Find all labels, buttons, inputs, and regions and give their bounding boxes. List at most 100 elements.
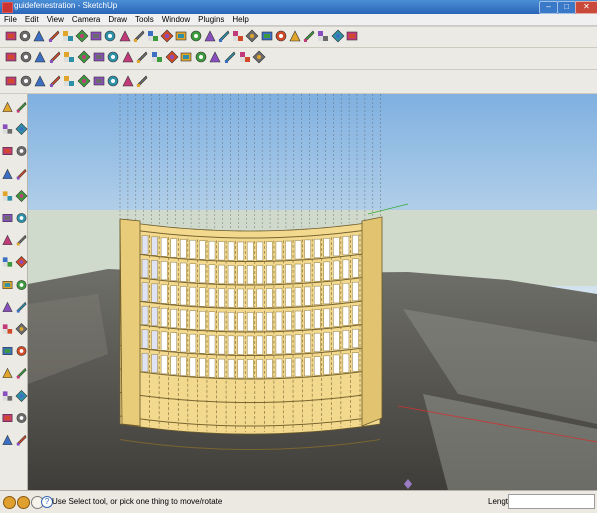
xray-icon[interactable]: [92, 74, 106, 88]
right-view-icon[interactable]: [48, 74, 62, 88]
extension-icon[interactable]: [194, 50, 208, 64]
3d-warehouse-icon[interactable]: [179, 50, 193, 64]
left-zoom-extents-icon[interactable]: [1, 389, 14, 403]
smoove-icon[interactable]: [19, 50, 33, 64]
left-protractor-icon[interactable]: [1, 300, 14, 314]
hidden-line-icon[interactable]: [121, 74, 135, 88]
menu-plugins[interactable]: Plugins: [197, 14, 225, 26]
shadow-icon[interactable]: [150, 50, 164, 64]
left-follow-me-icon[interactable]: [15, 233, 28, 247]
left-polygon-icon[interactable]: [1, 189, 14, 203]
maximize-button[interactable]: □: [557, 1, 576, 14]
flip-edge-icon[interactable]: [77, 50, 91, 64]
zoom-extents-icon[interactable]: [231, 29, 245, 43]
left-text-icon[interactable]: [15, 300, 28, 314]
sandbox-icon[interactable]: [4, 50, 18, 64]
wireframe-icon[interactable]: [106, 74, 120, 88]
drape-icon[interactable]: [48, 50, 62, 64]
minimize-button[interactable]: –: [539, 1, 558, 14]
3d-text-icon[interactable]: [302, 29, 316, 43]
geo-location-icon[interactable]: [121, 50, 135, 64]
menu-help[interactable]: Help: [231, 14, 249, 26]
tape-icon[interactable]: [103, 29, 117, 43]
walk-icon[interactable]: [331, 29, 345, 43]
pencil-icon[interactable]: [18, 29, 32, 43]
geo-location-status-icon[interactable]: [3, 496, 16, 509]
left-3d-text-icon[interactable]: [15, 322, 28, 336]
credits-status-icon[interactable]: [17, 496, 30, 509]
left-zoom-window-icon[interactable]: [15, 366, 28, 380]
left-offset-icon[interactable]: [15, 255, 28, 269]
add-detail-icon[interactable]: [62, 50, 76, 64]
left-circle-icon[interactable]: [1, 167, 14, 181]
menu-view[interactable]: View: [46, 14, 65, 26]
layer-icon[interactable]: [208, 50, 222, 64]
left-rectangle-icon[interactable]: [1, 144, 14, 158]
section-icon[interactable]: [316, 29, 330, 43]
fog-icon[interactable]: [165, 50, 179, 64]
menu-edit[interactable]: Edit: [24, 14, 40, 26]
left-move-icon[interactable]: [1, 211, 14, 225]
model-viewport[interactable]: [28, 94, 597, 490]
left-previous-view-icon[interactable]: [15, 389, 28, 403]
left-section-icon[interactable]: [15, 433, 28, 447]
close-button[interactable]: ✕: [575, 1, 597, 14]
photo-texture-icon[interactable]: [135, 50, 149, 64]
menu-tools[interactable]: Tools: [134, 14, 155, 26]
look-around-icon[interactable]: [345, 29, 359, 43]
left-zoom-icon[interactable]: [1, 366, 14, 380]
menu-draw[interactable]: Draw: [107, 14, 128, 26]
select-icon[interactable]: [4, 29, 18, 43]
left-orbit-icon[interactable]: [1, 344, 14, 358]
left-tape-icon[interactable]: [1, 278, 14, 292]
axes-icon[interactable]: [288, 29, 302, 43]
left-line-icon[interactable]: [15, 144, 28, 158]
left-component-icon[interactable]: [15, 100, 28, 114]
menu-file[interactable]: File: [3, 14, 18, 26]
left-look-around-icon[interactable]: [1, 433, 14, 447]
left-freehand-icon[interactable]: [15, 189, 28, 203]
back-view-icon[interactable]: [62, 74, 76, 88]
left-axes-icon[interactable]: [1, 322, 14, 336]
left-view-icon[interactable]: [77, 74, 91, 88]
left-select-icon[interactable]: [1, 100, 14, 114]
rectangle-icon[interactable]: [32, 29, 46, 43]
offset-icon[interactable]: [174, 29, 188, 43]
rotate-icon[interactable]: [146, 29, 160, 43]
style-icon[interactable]: [223, 50, 237, 64]
camera-icon[interactable]: [252, 50, 266, 64]
left-position-camera-icon[interactable]: [1, 411, 14, 425]
eraser-icon[interactable]: [75, 29, 89, 43]
left-scale-icon[interactable]: [1, 255, 14, 269]
left-pan-icon[interactable]: [15, 344, 28, 358]
left-walk-icon[interactable]: [15, 411, 28, 425]
component-icon[interactable]: [92, 50, 106, 64]
arc-icon[interactable]: [61, 29, 75, 43]
menu-camera[interactable]: Camera: [71, 14, 101, 26]
push-pull-icon[interactable]: [118, 29, 132, 43]
menu-window[interactable]: Window: [161, 14, 191, 26]
left-eraser-icon[interactable]: [15, 122, 28, 136]
follow-me-icon[interactable]: [160, 29, 174, 43]
zoom-icon[interactable]: [217, 29, 231, 43]
dimensions-icon[interactable]: [245, 29, 259, 43]
scene-icon[interactable]: [238, 50, 252, 64]
iso-view-icon[interactable]: [4, 74, 18, 88]
left-push-pull-icon[interactable]: [15, 211, 28, 225]
protractor-icon[interactable]: [260, 29, 274, 43]
left-rotate-icon[interactable]: [1, 233, 14, 247]
group-icon[interactable]: [106, 50, 120, 64]
measurements-input[interactable]: [508, 494, 595, 509]
text-icon[interactable]: [274, 29, 288, 43]
left-paint-icon[interactable]: [1, 122, 14, 136]
pan-icon[interactable]: [203, 29, 217, 43]
top-view-icon[interactable]: [19, 74, 33, 88]
front-view-icon[interactable]: [33, 74, 47, 88]
stamp-icon[interactable]: [33, 50, 47, 64]
move-icon[interactable]: [132, 29, 146, 43]
paint-icon[interactable]: [89, 29, 103, 43]
shaded-icon[interactable]: [135, 74, 149, 88]
left-dimension-icon[interactable]: [15, 278, 28, 292]
left-arc-icon[interactable]: [15, 167, 28, 181]
circle-icon[interactable]: [47, 29, 61, 43]
